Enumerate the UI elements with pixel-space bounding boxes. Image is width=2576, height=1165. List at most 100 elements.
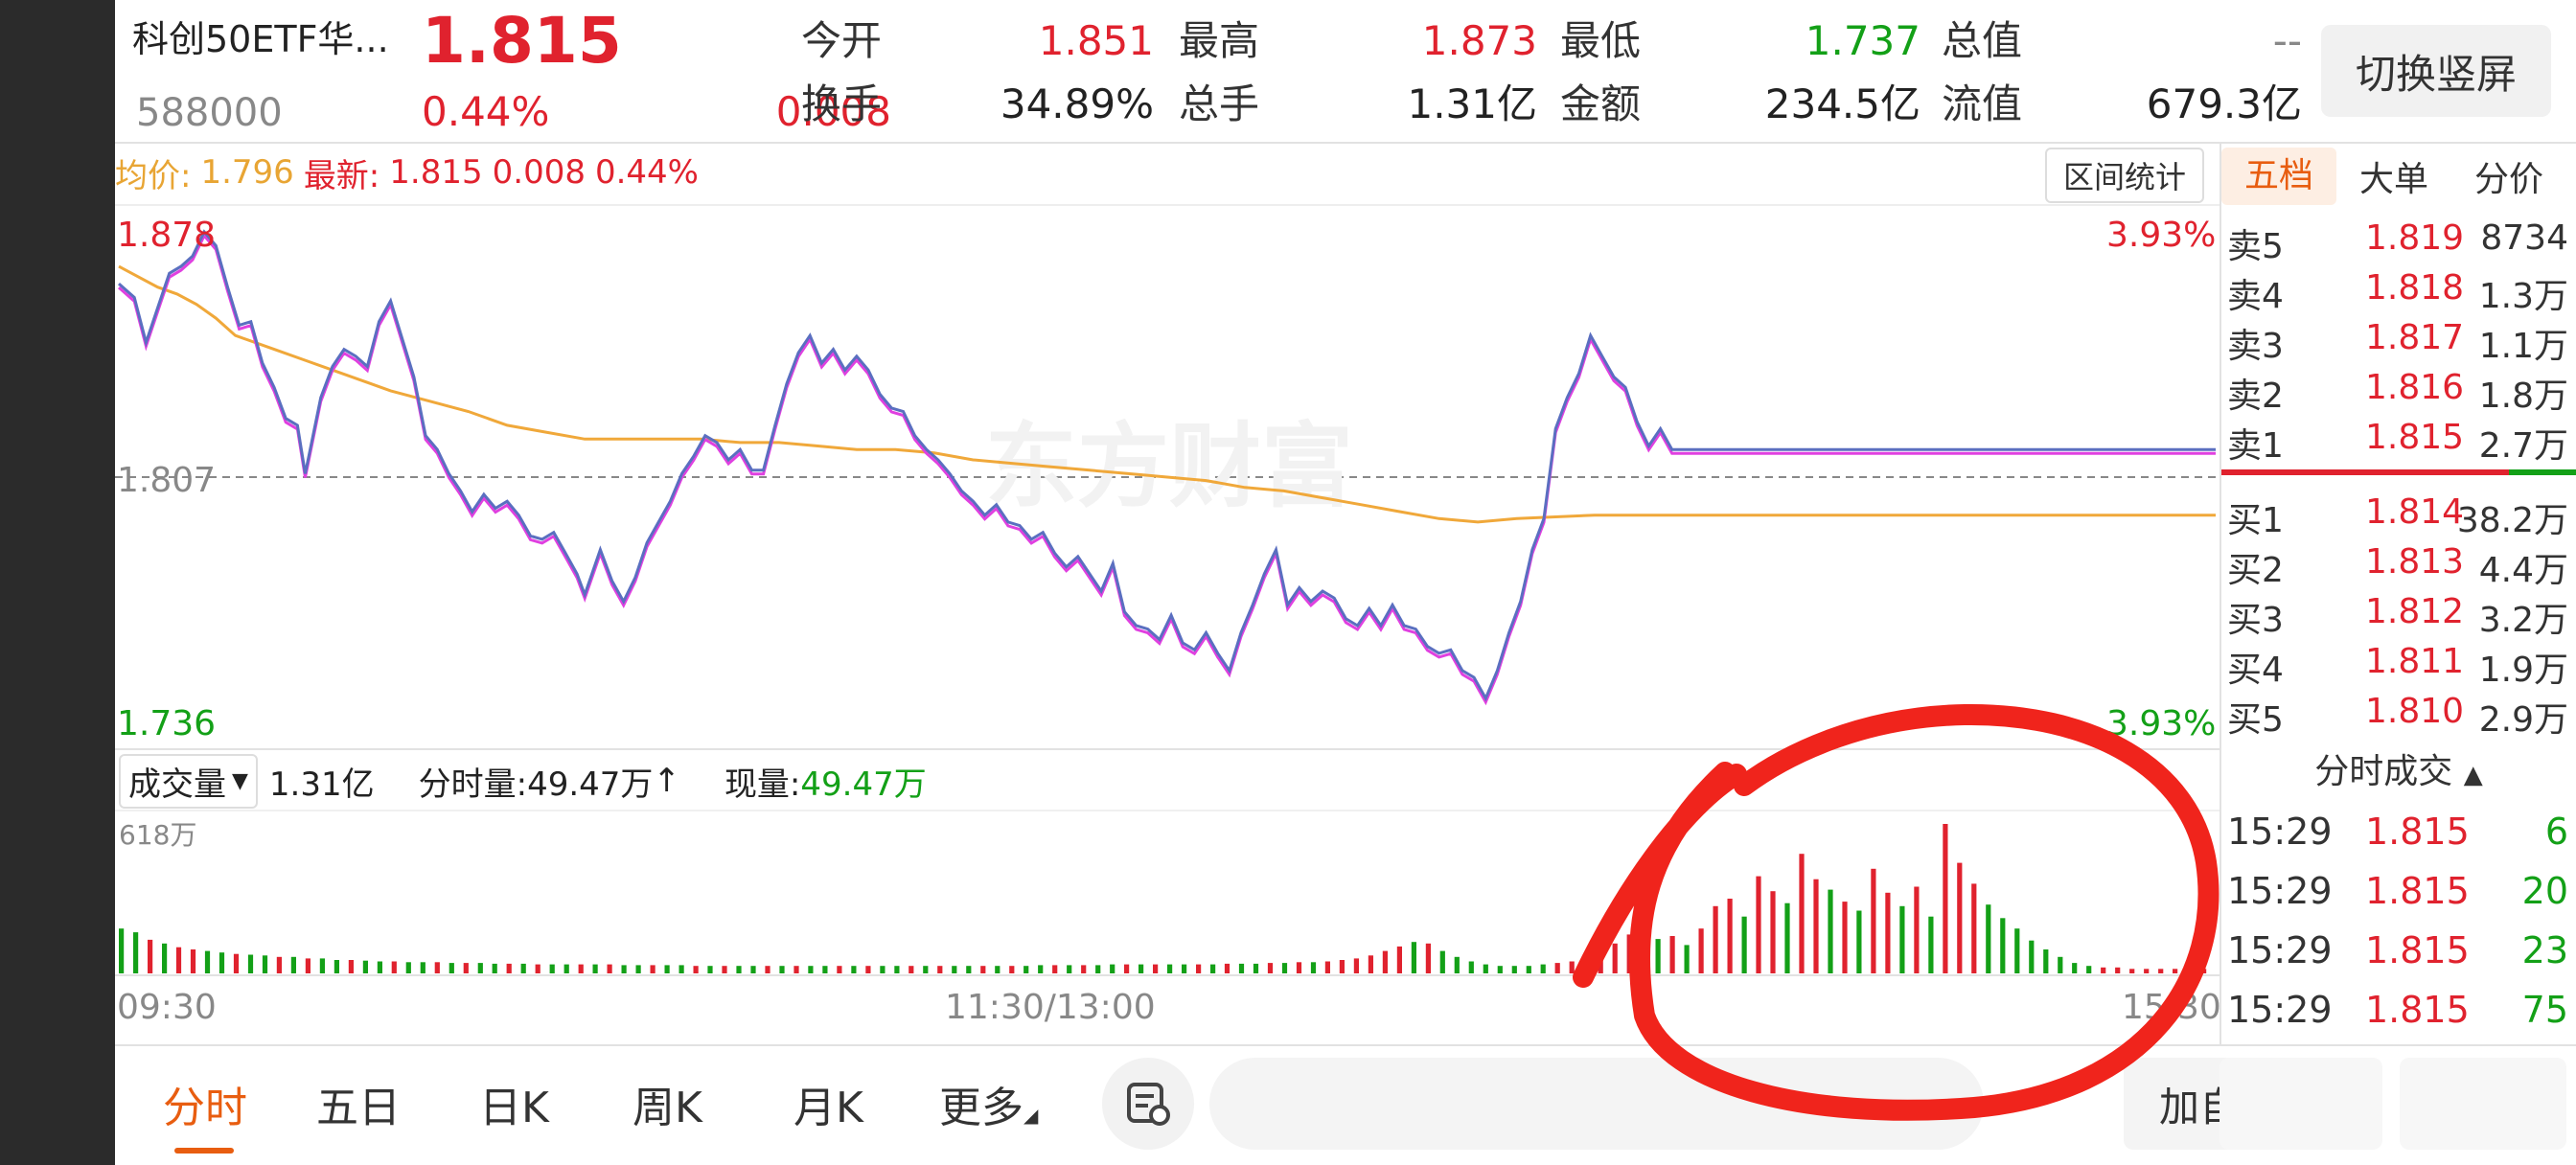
volume-bar xyxy=(1468,961,1474,973)
volume-bar xyxy=(305,958,310,973)
volume-bar xyxy=(1856,910,1862,973)
volume-bar xyxy=(1024,966,1029,973)
volume-bar xyxy=(1885,892,1891,973)
bottom-divider xyxy=(115,1044,2576,1046)
bottom-toolbar: 分时 五日 日K 周K 月K 更多◢ 加自选 xyxy=(115,1044,2576,1165)
trade-button[interactable] xyxy=(2220,1058,2382,1150)
y-axis-max: 1.878 xyxy=(117,216,217,255)
ask-qty: 2.7万 xyxy=(2478,426,2568,466)
more-action-button[interactable] xyxy=(2400,1058,2566,1150)
comment-input[interactable] xyxy=(1209,1058,1984,1150)
volume-bar xyxy=(290,956,296,973)
tick-price: 1.815 xyxy=(2365,989,2470,1031)
volume-bar xyxy=(865,966,871,973)
ask-price: 1.819 xyxy=(2365,218,2465,258)
tab-daily-k[interactable]: 日K xyxy=(479,1073,549,1134)
volume-bar xyxy=(2043,949,2049,973)
tab-weekly-k[interactable]: 周K xyxy=(632,1073,702,1134)
volume-bar xyxy=(794,966,799,973)
tab-five-levels[interactable]: 五档 xyxy=(2221,148,2336,205)
volume-bar xyxy=(1396,946,1402,973)
volume-bar xyxy=(2000,918,2006,973)
volume-bar xyxy=(1411,942,1416,973)
volume-bar xyxy=(1167,964,1173,973)
volume-bar xyxy=(664,965,670,973)
volume-bar xyxy=(348,960,354,973)
volume-bar xyxy=(148,939,153,973)
tab-price-distribution[interactable]: 分价 xyxy=(2451,151,2566,201)
volume-bar xyxy=(607,964,612,973)
bid-row-5: 买5 1.810 2.9万 xyxy=(2221,692,2576,740)
bid-qty: 2.9万 xyxy=(2478,700,2568,740)
bid-ratio xyxy=(2509,469,2576,475)
volume-bar xyxy=(1454,956,1460,973)
bid-row-4: 买4 1.811 1.9万 xyxy=(2221,642,2576,690)
tab-big-orders[interactable]: 大单 xyxy=(2336,151,2451,201)
volume-bar xyxy=(2058,956,2063,973)
volume-bar xyxy=(635,965,641,973)
bid-label: 买4 xyxy=(2227,651,2284,690)
tick-volume: 23 xyxy=(2521,929,2568,971)
ask-row-2: 卖2 1.816 1.8万 xyxy=(2221,368,2576,416)
volume-bar xyxy=(578,964,584,973)
volume-bar xyxy=(1038,965,1044,973)
bid-row-1: 买1 1.814 38.2万 xyxy=(2221,492,2576,540)
volume-bar xyxy=(190,949,196,973)
bid-ask-ratio-bar xyxy=(2221,469,2576,475)
volume-bar xyxy=(1669,936,1675,973)
volume-bar xyxy=(1224,963,1230,973)
tab-more-label: 更多 xyxy=(939,1084,1024,1132)
volume-bar xyxy=(1784,902,1790,973)
x-axis-mid: 11:30/13:00 xyxy=(945,988,1156,1027)
volume-bar xyxy=(722,966,727,973)
volume-bar xyxy=(894,966,900,973)
current-volume-label: 现量: xyxy=(724,765,801,804)
volume-bar xyxy=(1095,965,1101,973)
ask-qty: 8734 xyxy=(2480,218,2568,258)
note-edit-button[interactable] xyxy=(1102,1058,1194,1150)
volume-bar xyxy=(908,966,914,973)
y-axis-mid: 1.807 xyxy=(117,461,217,500)
tick-volume: 75 xyxy=(2521,989,2568,1031)
volume-bar xyxy=(1497,966,1503,973)
tab-more[interactable]: 更多◢ xyxy=(939,1073,1038,1134)
volume-bar xyxy=(1583,958,1589,973)
volume-bar xyxy=(1511,966,1517,973)
volume-bar xyxy=(362,960,368,973)
volume-bar xyxy=(2115,967,2121,973)
y-axis-min: 1.736 xyxy=(117,704,217,743)
volume-bar xyxy=(880,966,886,973)
bid-label: 买1 xyxy=(2227,501,2284,540)
ask-qty: 1.3万 xyxy=(2478,277,2568,316)
volume-bar xyxy=(621,965,627,973)
volume-bar xyxy=(1799,854,1805,973)
bid-row-3: 买3 1.812 3.2万 xyxy=(2221,592,2576,640)
volume-bar xyxy=(1914,886,1920,973)
volume-bar xyxy=(1339,960,1345,973)
tick-trades-header[interactable]: 分时成交 ▲ xyxy=(2221,743,2576,793)
tab-intraday[interactable]: 分时 xyxy=(163,1073,247,1134)
ask-label: 卖5 xyxy=(2227,227,2284,266)
volume-bar xyxy=(247,954,254,973)
volume-bar xyxy=(1828,889,1833,973)
ask-row-4: 卖4 1.818 1.3万 xyxy=(2221,268,2576,316)
volume-bar xyxy=(2029,940,2035,973)
pct-axis-max: 3.93% xyxy=(2106,216,2217,255)
tab-monthly-k[interactable]: 月K xyxy=(794,1073,863,1134)
volume-bar xyxy=(535,964,540,973)
volume-bar xyxy=(448,963,454,973)
ask-ratio xyxy=(2221,469,2509,475)
volume-bar xyxy=(966,966,972,973)
volume-bar xyxy=(808,966,814,973)
tab-five-day[interactable]: 五日 xyxy=(316,1073,401,1134)
volume-bar xyxy=(1296,962,1302,973)
volume-bar xyxy=(377,961,382,973)
volume-bar xyxy=(1138,964,1144,973)
volume-indicator-select[interactable]: 成交量 ▼ xyxy=(119,753,258,809)
volume-bar xyxy=(1842,902,1848,973)
volume-bar xyxy=(1210,964,1216,973)
volume-bar xyxy=(520,963,526,973)
volume-bar xyxy=(980,966,986,973)
note-settings-icon xyxy=(1127,1083,1170,1126)
volume-bar xyxy=(851,966,857,973)
